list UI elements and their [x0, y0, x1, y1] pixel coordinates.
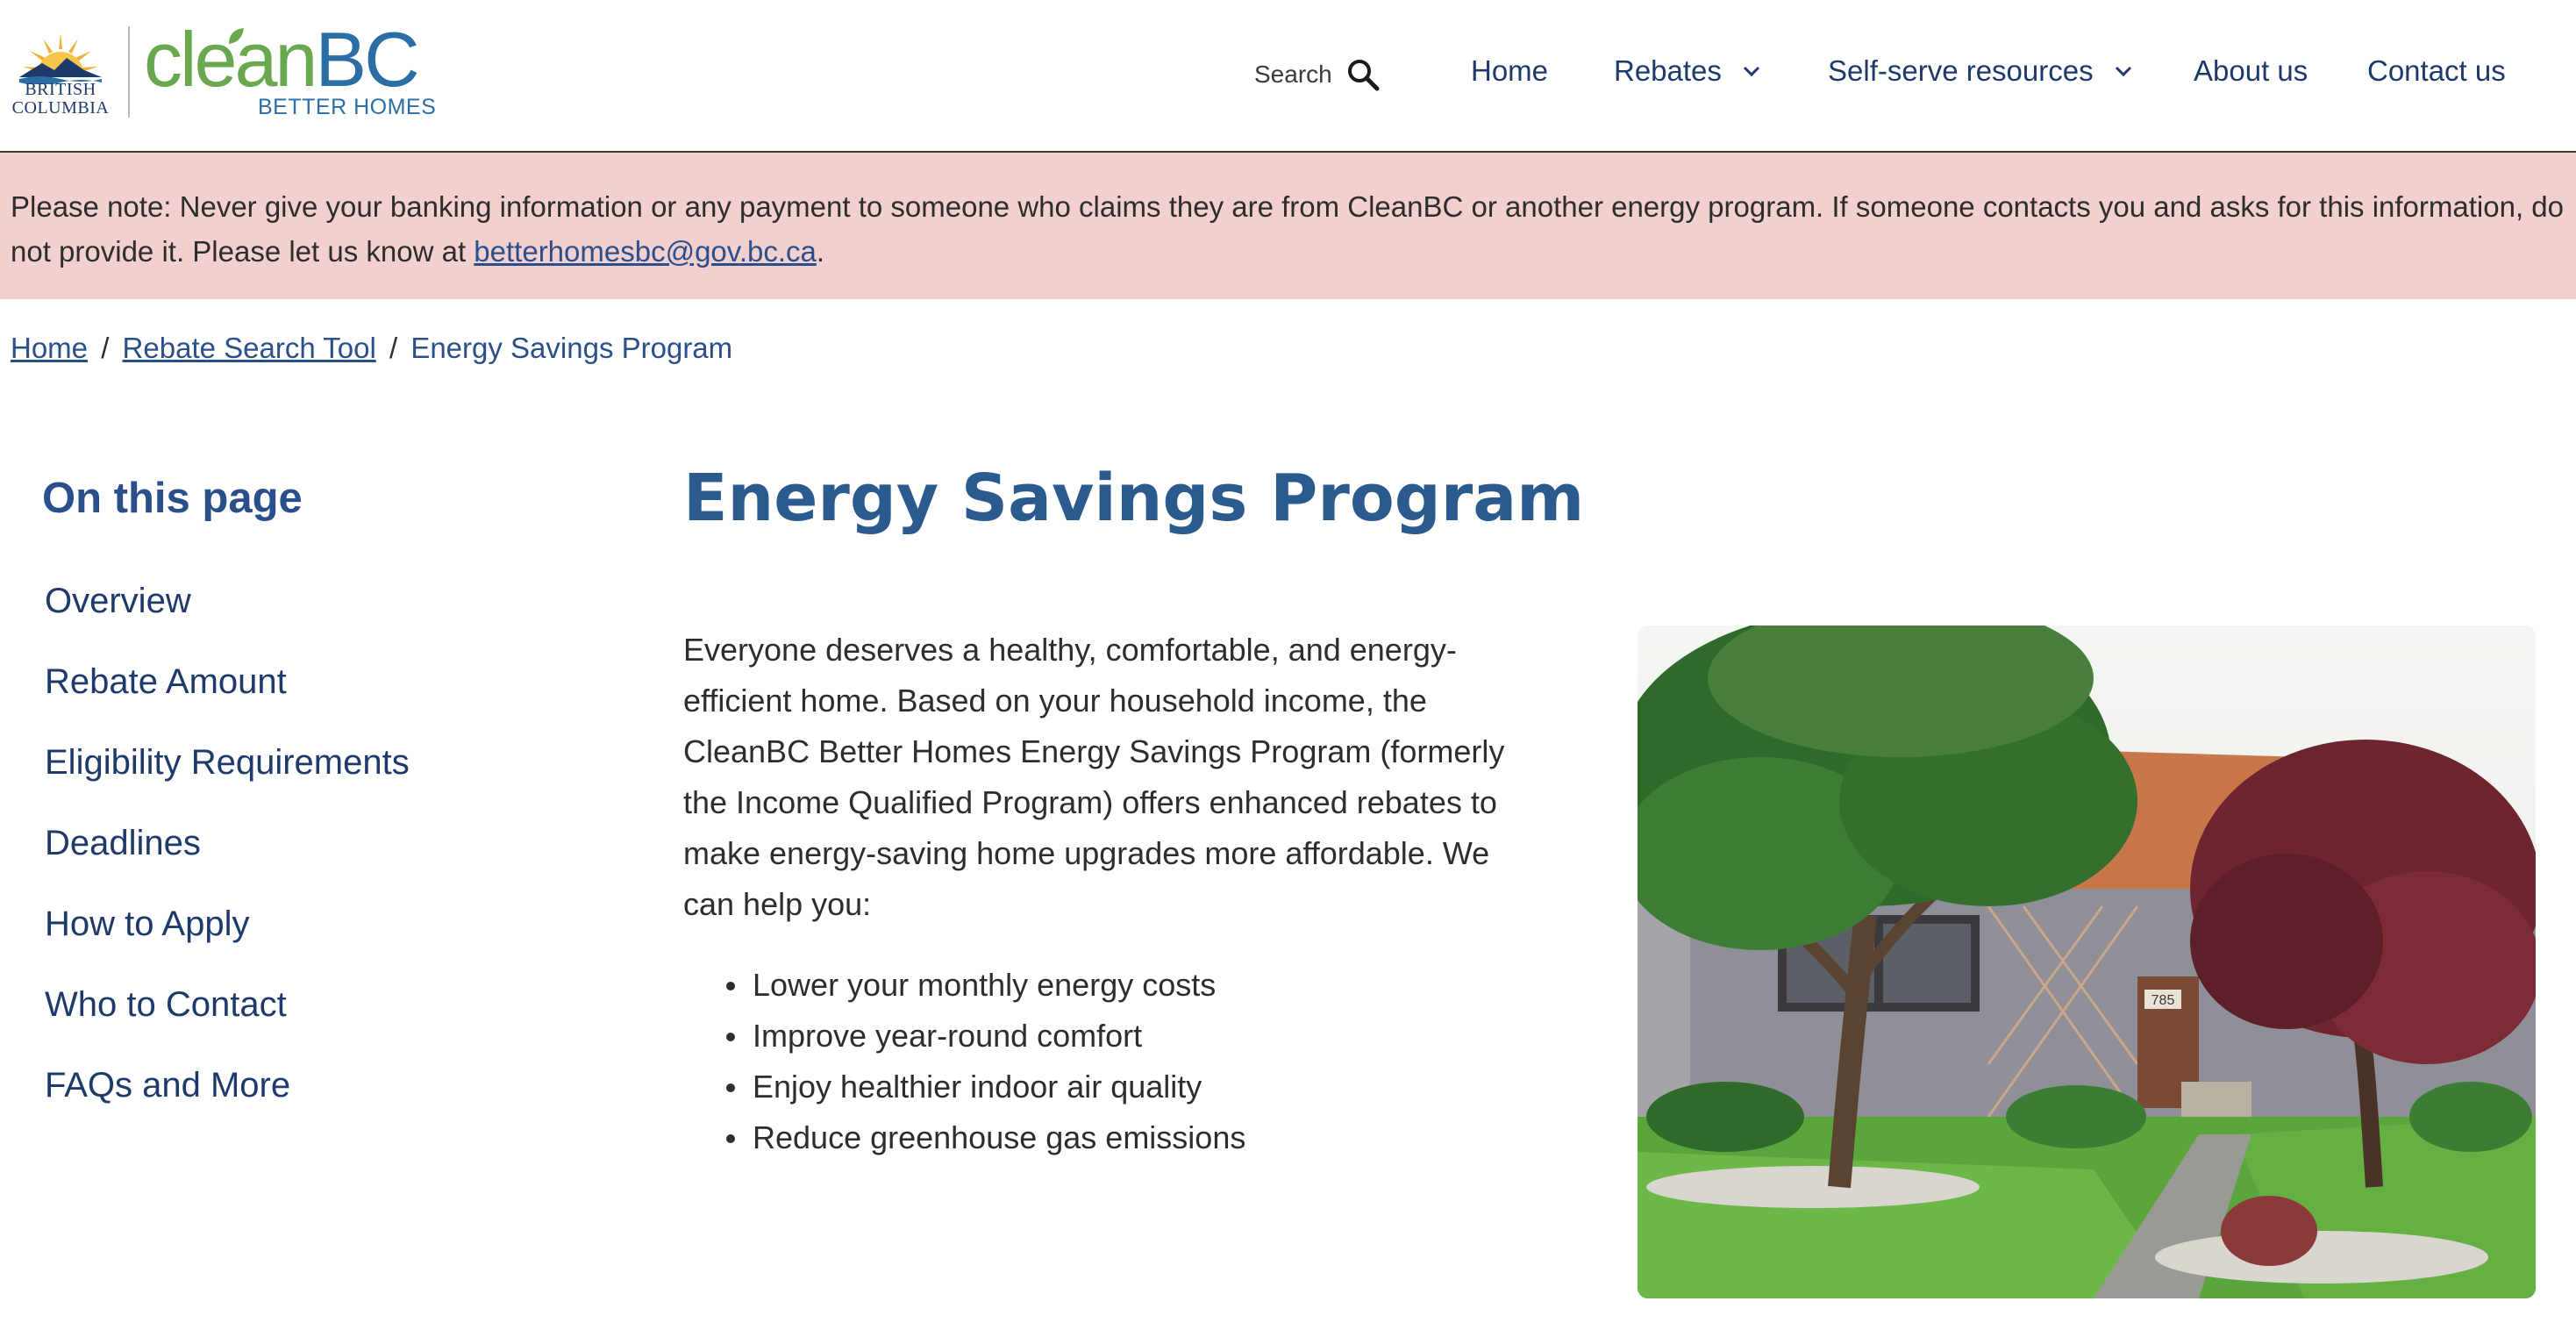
chevron-down-icon: [2115, 66, 2131, 77]
intro-line: efficient home. Based on your household …: [683, 683, 1427, 719]
british-columbia-logo[interactable]: BRITISH COLUMBIA: [9, 26, 112, 121]
page-title: Energy Savings Program: [683, 461, 1585, 536]
search-label: Search: [1254, 61, 1332, 88]
benefit-item: Improve year-round comfort: [725, 1011, 1245, 1062]
scam-alert-banner: Please note: Never give your banking inf…: [0, 153, 2576, 299]
benefits-list: Lower your monthly energy costs Improve …: [725, 960, 1245, 1163]
intro-line: can help you:: [683, 886, 872, 922]
site-header: BRITISH COLUMBIA cleanBC BETTER HOMES Se…: [0, 0, 2576, 153]
breadcrumb-home[interactable]: Home: [11, 332, 88, 364]
sidebar-link-how-to-apply[interactable]: How to Apply: [45, 905, 249, 944]
alert-email-link[interactable]: betterhomesbc@gov.bc.ca: [474, 235, 817, 268]
bc-logo-line1: BRITISH: [25, 80, 96, 99]
cleanbc-logo[interactable]: cleanBC: [144, 16, 420, 103]
breadcrumb-current: Energy Savings Program: [410, 332, 733, 364]
nav-about-us[interactable]: About us: [2194, 54, 2308, 88]
sidebar-link-rebate-amount[interactable]: Rebate Amount: [45, 662, 287, 702]
nav-contact-us[interactable]: Contact us: [2367, 54, 2506, 88]
nav-rebates-label: Rebates: [1614, 54, 1722, 87]
breadcrumb-separator: /: [389, 332, 398, 364]
intro-line: CleanBC Better Homes Energy Savings Prog…: [683, 733, 1505, 769]
search-icon: [1347, 60, 1380, 91]
nav-self-serve-label: Self-serve resources: [1828, 54, 2094, 87]
intro-line: the Income Qualified Program) offers enh…: [683, 784, 1497, 820]
chevron-down-icon: [1743, 66, 1759, 77]
bc-logo-line2: COLUMBIA: [11, 98, 110, 118]
nav-home-label: Home: [1471, 54, 1549, 87]
intro-line: Everyone deserves a healthy, comfortable…: [683, 632, 1457, 668]
breadcrumb-separator: /: [101, 332, 110, 364]
alert-text: Please note: Never give your banking inf…: [11, 190, 2564, 268]
search-button[interactable]: Search: [1254, 58, 1380, 91]
on-this-page-heading: On this page: [42, 475, 303, 522]
sidebar-link-overview[interactable]: Overview: [45, 582, 191, 621]
logo-divider: [128, 26, 130, 118]
bc-sun-mountain-icon: [19, 33, 102, 85]
breadcrumb: Home / Rebate Search Tool / Energy Savin…: [11, 332, 732, 365]
benefit-item: Enjoy healthier indoor air quality: [725, 1062, 1245, 1112]
intro-line: make energy-saving home upgrades more af…: [683, 835, 1490, 871]
sidebar-link-deadlines[interactable]: Deadlines: [45, 824, 201, 863]
nav-contact-label: Contact us: [2367, 54, 2506, 87]
sidebar-link-who-to-contact[interactable]: Who to Contact: [45, 985, 287, 1025]
alert-text-end: .: [816, 235, 825, 268]
house-photo: 785: [1638, 626, 2536, 1298]
house-number: 785: [2151, 993, 2175, 1008]
nav-self-serve-resources[interactable]: Self-serve resources: [1828, 54, 2134, 88]
nav-rebates[interactable]: Rebates: [1614, 54, 1762, 88]
brand-bc: BC: [315, 16, 419, 103]
brand-subtitle: BETTER HOMES: [258, 95, 437, 119]
nav-home[interactable]: Home: [1471, 54, 1548, 88]
sidebar-link-faqs[interactable]: FAQs and More: [45, 1066, 290, 1105]
nav-about-label: About us: [2194, 54, 2308, 87]
breadcrumb-rebate-search-tool[interactable]: Rebate Search Tool: [123, 332, 376, 364]
benefit-item: Reduce greenhouse gas emissions: [725, 1112, 1245, 1163]
sidebar-link-eligibility[interactable]: Eligibility Requirements: [45, 743, 410, 783]
leaf-icon: [229, 28, 244, 44]
benefit-item: Lower your monthly energy costs: [725, 960, 1245, 1011]
intro-paragraph: Everyone deserves a healthy, comfortable…: [683, 625, 1560, 930]
house-with-garden-image: 785: [1638, 626, 2536, 1298]
